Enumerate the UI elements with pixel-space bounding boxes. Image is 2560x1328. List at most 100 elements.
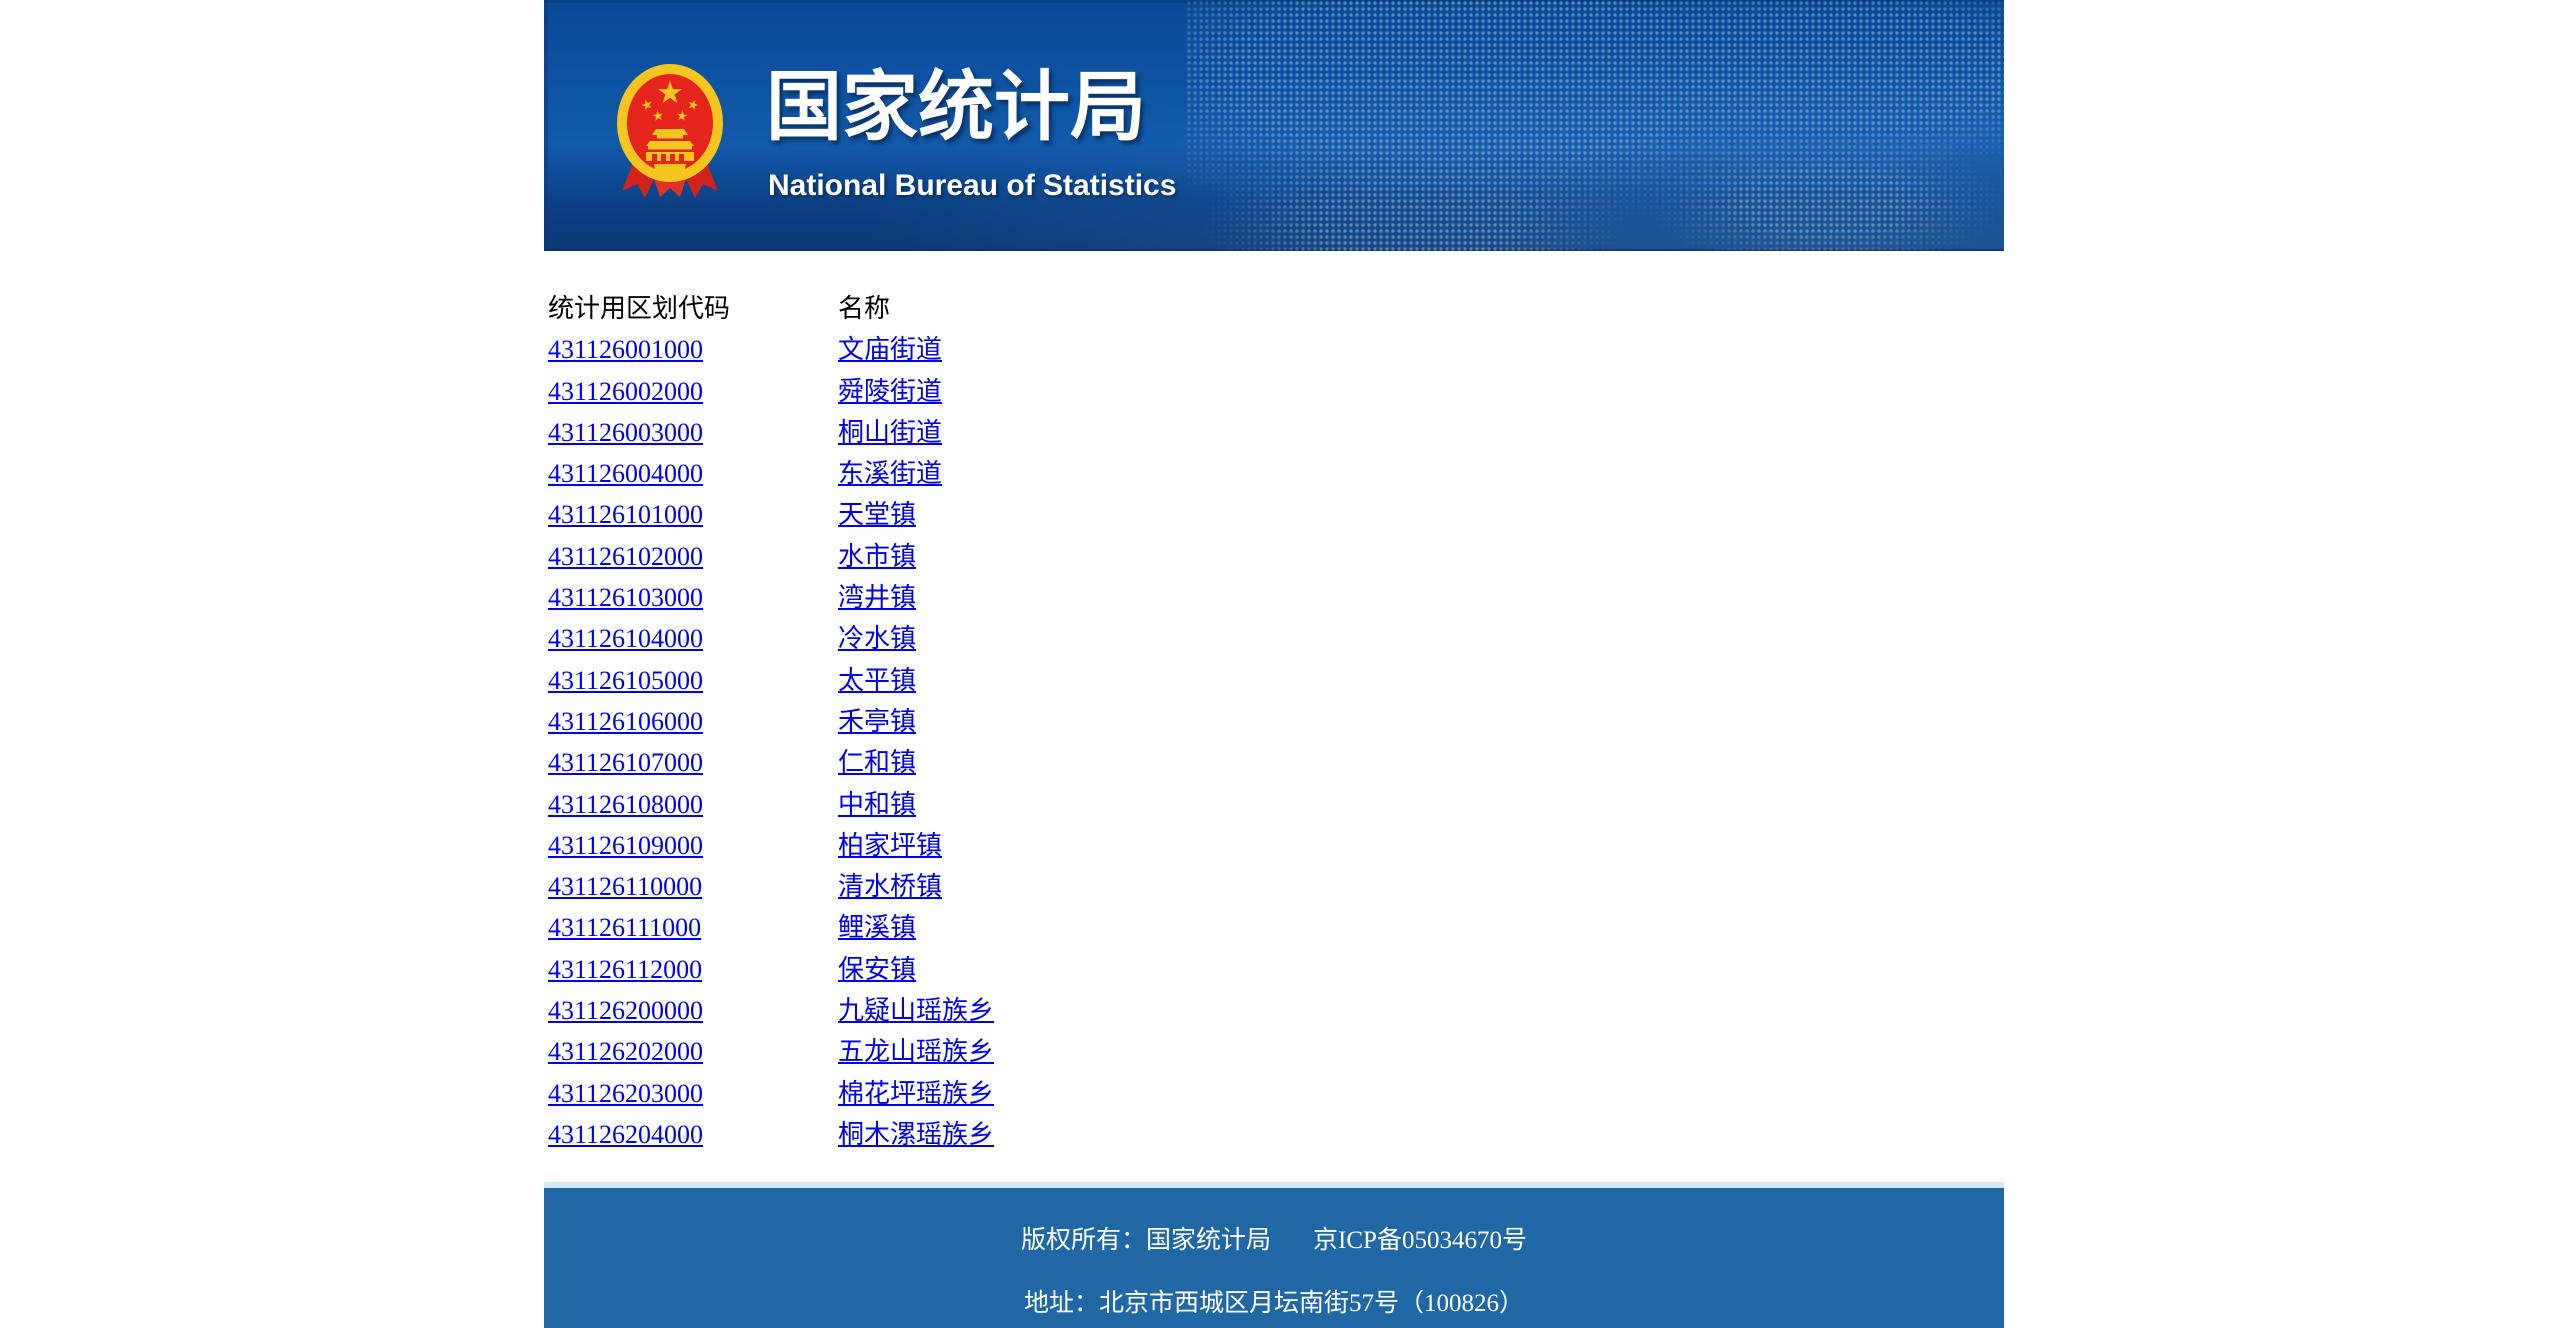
code-link[interactable]: 431126111000 xyxy=(548,913,701,942)
code-cell: 431126003000 xyxy=(548,412,838,453)
code-link[interactable]: 431126202000 xyxy=(548,1037,703,1066)
code-link[interactable]: 431126200000 xyxy=(548,996,703,1025)
name-link[interactable]: 湾井镇 xyxy=(838,583,916,612)
name-link[interactable]: 仁和镇 xyxy=(838,748,916,777)
table-row: 431126004000 东溪街道 xyxy=(548,453,994,494)
name-link[interactable]: 水市镇 xyxy=(838,542,916,571)
site-title: 国家统计局 xyxy=(766,65,1146,150)
table-row: 431126111000 鲤溪镇 xyxy=(548,907,994,948)
site-banner: 国家统计局 National Bureau of Statistics xyxy=(544,0,2004,251)
code-link[interactable]: 431126003000 xyxy=(548,418,703,447)
code-cell: 431126107000 xyxy=(548,742,838,783)
name-cell: 文庙街道 xyxy=(838,329,994,370)
code-link[interactable]: 431126106000 xyxy=(548,707,703,736)
column-header-name: 名称 xyxy=(838,294,891,323)
table-row: 431126002000 舜陵街道 xyxy=(548,371,994,412)
code-cell: 431126101000 xyxy=(548,494,838,535)
code-cell: 431126110000 xyxy=(548,866,838,907)
name-link[interactable]: 东溪街道 xyxy=(838,459,942,488)
name-link[interactable]: 桐木漯瑶族乡 xyxy=(838,1120,994,1149)
code-link[interactable]: 431126101000 xyxy=(548,500,703,529)
site-subtitle: National Bureau of Statistics xyxy=(768,169,1177,202)
name-link[interactable]: 文庙街道 xyxy=(838,335,942,364)
table-row: 431126112000 保安镇 xyxy=(548,949,994,990)
name-link[interactable]: 冷水镇 xyxy=(838,624,916,653)
name-cell: 中和镇 xyxy=(838,784,994,825)
code-cell: 431126104000 xyxy=(548,618,838,659)
table-row: 431126102000 水市镇 xyxy=(548,536,994,577)
name-link[interactable]: 鲤溪镇 xyxy=(838,913,916,942)
code-link[interactable]: 431126104000 xyxy=(548,624,703,653)
name-link[interactable]: 天堂镇 xyxy=(838,500,916,529)
name-cell: 舜陵街道 xyxy=(838,371,994,412)
name-link[interactable]: 中和镇 xyxy=(838,790,916,819)
page-footer: 版权所有：国家统计局 京ICP备05034670号 地址：北京市西城区月坛南街5… xyxy=(544,1182,2004,1328)
name-cell: 桐山街道 xyxy=(838,412,994,453)
world-map-pattern xyxy=(1186,0,2004,251)
code-link[interactable]: 431126004000 xyxy=(548,459,703,488)
name-link[interactable]: 舜陵街道 xyxy=(838,377,942,406)
footer-copyright-line: 版权所有：国家统计局 京ICP备05034670号 xyxy=(544,1188,2004,1254)
icp-number: 京ICP备05034670号 xyxy=(1313,1227,1527,1254)
national-emblem-icon xyxy=(617,64,723,198)
table-row: 431126103000 湾井镇 xyxy=(548,577,994,618)
name-cell: 九疑山瑶族乡 xyxy=(838,990,994,1031)
name-link[interactable]: 柏家坪镇 xyxy=(838,831,942,860)
code-cell: 431126109000 xyxy=(548,825,838,866)
code-cell: 431126004000 xyxy=(548,453,838,494)
page: 国家统计局 National Bureau of Statistics 统计用区… xyxy=(0,0,2560,1328)
name-link[interactable]: 棉花坪瑶族乡 xyxy=(838,1079,994,1108)
name-cell: 清水桥镇 xyxy=(838,866,994,907)
code-cell: 431126001000 xyxy=(548,329,838,370)
table-row: 431126101000 天堂镇 xyxy=(548,494,994,535)
code-link[interactable]: 431126001000 xyxy=(548,335,703,364)
code-link[interactable]: 431126204000 xyxy=(548,1120,703,1149)
code-cell: 431126002000 xyxy=(548,371,838,412)
name-link[interactable]: 保安镇 xyxy=(838,955,916,984)
name-link[interactable]: 五龙山瑶族乡 xyxy=(838,1037,994,1066)
footer-address: 地址：北京市西城区月坛南街57号（100826） xyxy=(1023,1290,1524,1317)
division-code-list: 统计用区划代码 名称 431126001000 文庙街道 431126002000 舜… xyxy=(548,288,2004,1155)
division-code-table: 统计用区划代码 名称 431126001000 文庙街道 431126002000 舜… xyxy=(548,288,994,1155)
name-cell: 水市镇 xyxy=(838,536,994,577)
table-row: 431126105000 太平镇 xyxy=(548,660,994,701)
code-cell: 431126102000 xyxy=(548,536,838,577)
code-link[interactable]: 431126002000 xyxy=(548,377,703,406)
name-link[interactable]: 桐山街道 xyxy=(838,418,942,447)
name-cell: 柏家坪镇 xyxy=(838,825,994,866)
code-cell: 431126106000 xyxy=(548,701,838,742)
code-link[interactable]: 431126108000 xyxy=(548,790,703,819)
code-cell: 431126202000 xyxy=(548,1031,838,1072)
code-link[interactable]: 431126105000 xyxy=(548,666,703,695)
copyright-text: 版权所有：国家统计局 xyxy=(1021,1227,1272,1254)
code-link[interactable]: 431126110000 xyxy=(548,872,702,901)
code-link[interactable]: 431126109000 xyxy=(548,831,703,860)
table-row: 431126106000 禾亭镇 xyxy=(548,701,994,742)
table-row: 431126203000 棉花坪瑶族乡 xyxy=(548,1073,994,1114)
code-link[interactable]: 431126112000 xyxy=(548,955,702,984)
name-cell: 东溪街道 xyxy=(838,453,994,494)
name-cell: 鲤溪镇 xyxy=(838,907,994,948)
table-row: 431126202000 五龙山瑶族乡 xyxy=(548,1031,994,1072)
name-link[interactable]: 太平镇 xyxy=(838,666,916,695)
code-cell: 431126105000 xyxy=(548,660,838,701)
code-link[interactable]: 431126107000 xyxy=(548,748,703,777)
code-cell: 431126203000 xyxy=(548,1073,838,1114)
name-cell: 禾亭镇 xyxy=(838,701,994,742)
table-row: 431126109000 柏家坪镇 xyxy=(548,825,994,866)
code-cell: 431126204000 xyxy=(548,1114,838,1155)
name-link[interactable]: 九疑山瑶族乡 xyxy=(838,996,994,1025)
header-row: 统计用区划代码 名称 xyxy=(548,288,994,329)
table-row: 431126200000 九疑山瑶族乡 xyxy=(548,990,994,1031)
code-link[interactable]: 431126203000 xyxy=(548,1079,703,1108)
footer-main: 版权所有：国家统计局 京ICP备05034670号 地址：北京市西城区月坛南街5… xyxy=(544,1188,2004,1328)
name-link[interactable]: 清水桥镇 xyxy=(838,872,942,901)
code-link[interactable]: 431126103000 xyxy=(548,583,703,612)
column-header-code: 统计用区划代码 xyxy=(548,294,731,323)
name-cell: 冷水镇 xyxy=(838,618,994,659)
code-link[interactable]: 431126102000 xyxy=(548,542,703,571)
name-cell: 五龙山瑶族乡 xyxy=(838,1031,994,1072)
table-row: 431126107000 仁和镇 xyxy=(548,742,994,783)
name-link[interactable]: 禾亭镇 xyxy=(838,707,916,736)
table-row: 431126108000 中和镇 xyxy=(548,784,994,825)
